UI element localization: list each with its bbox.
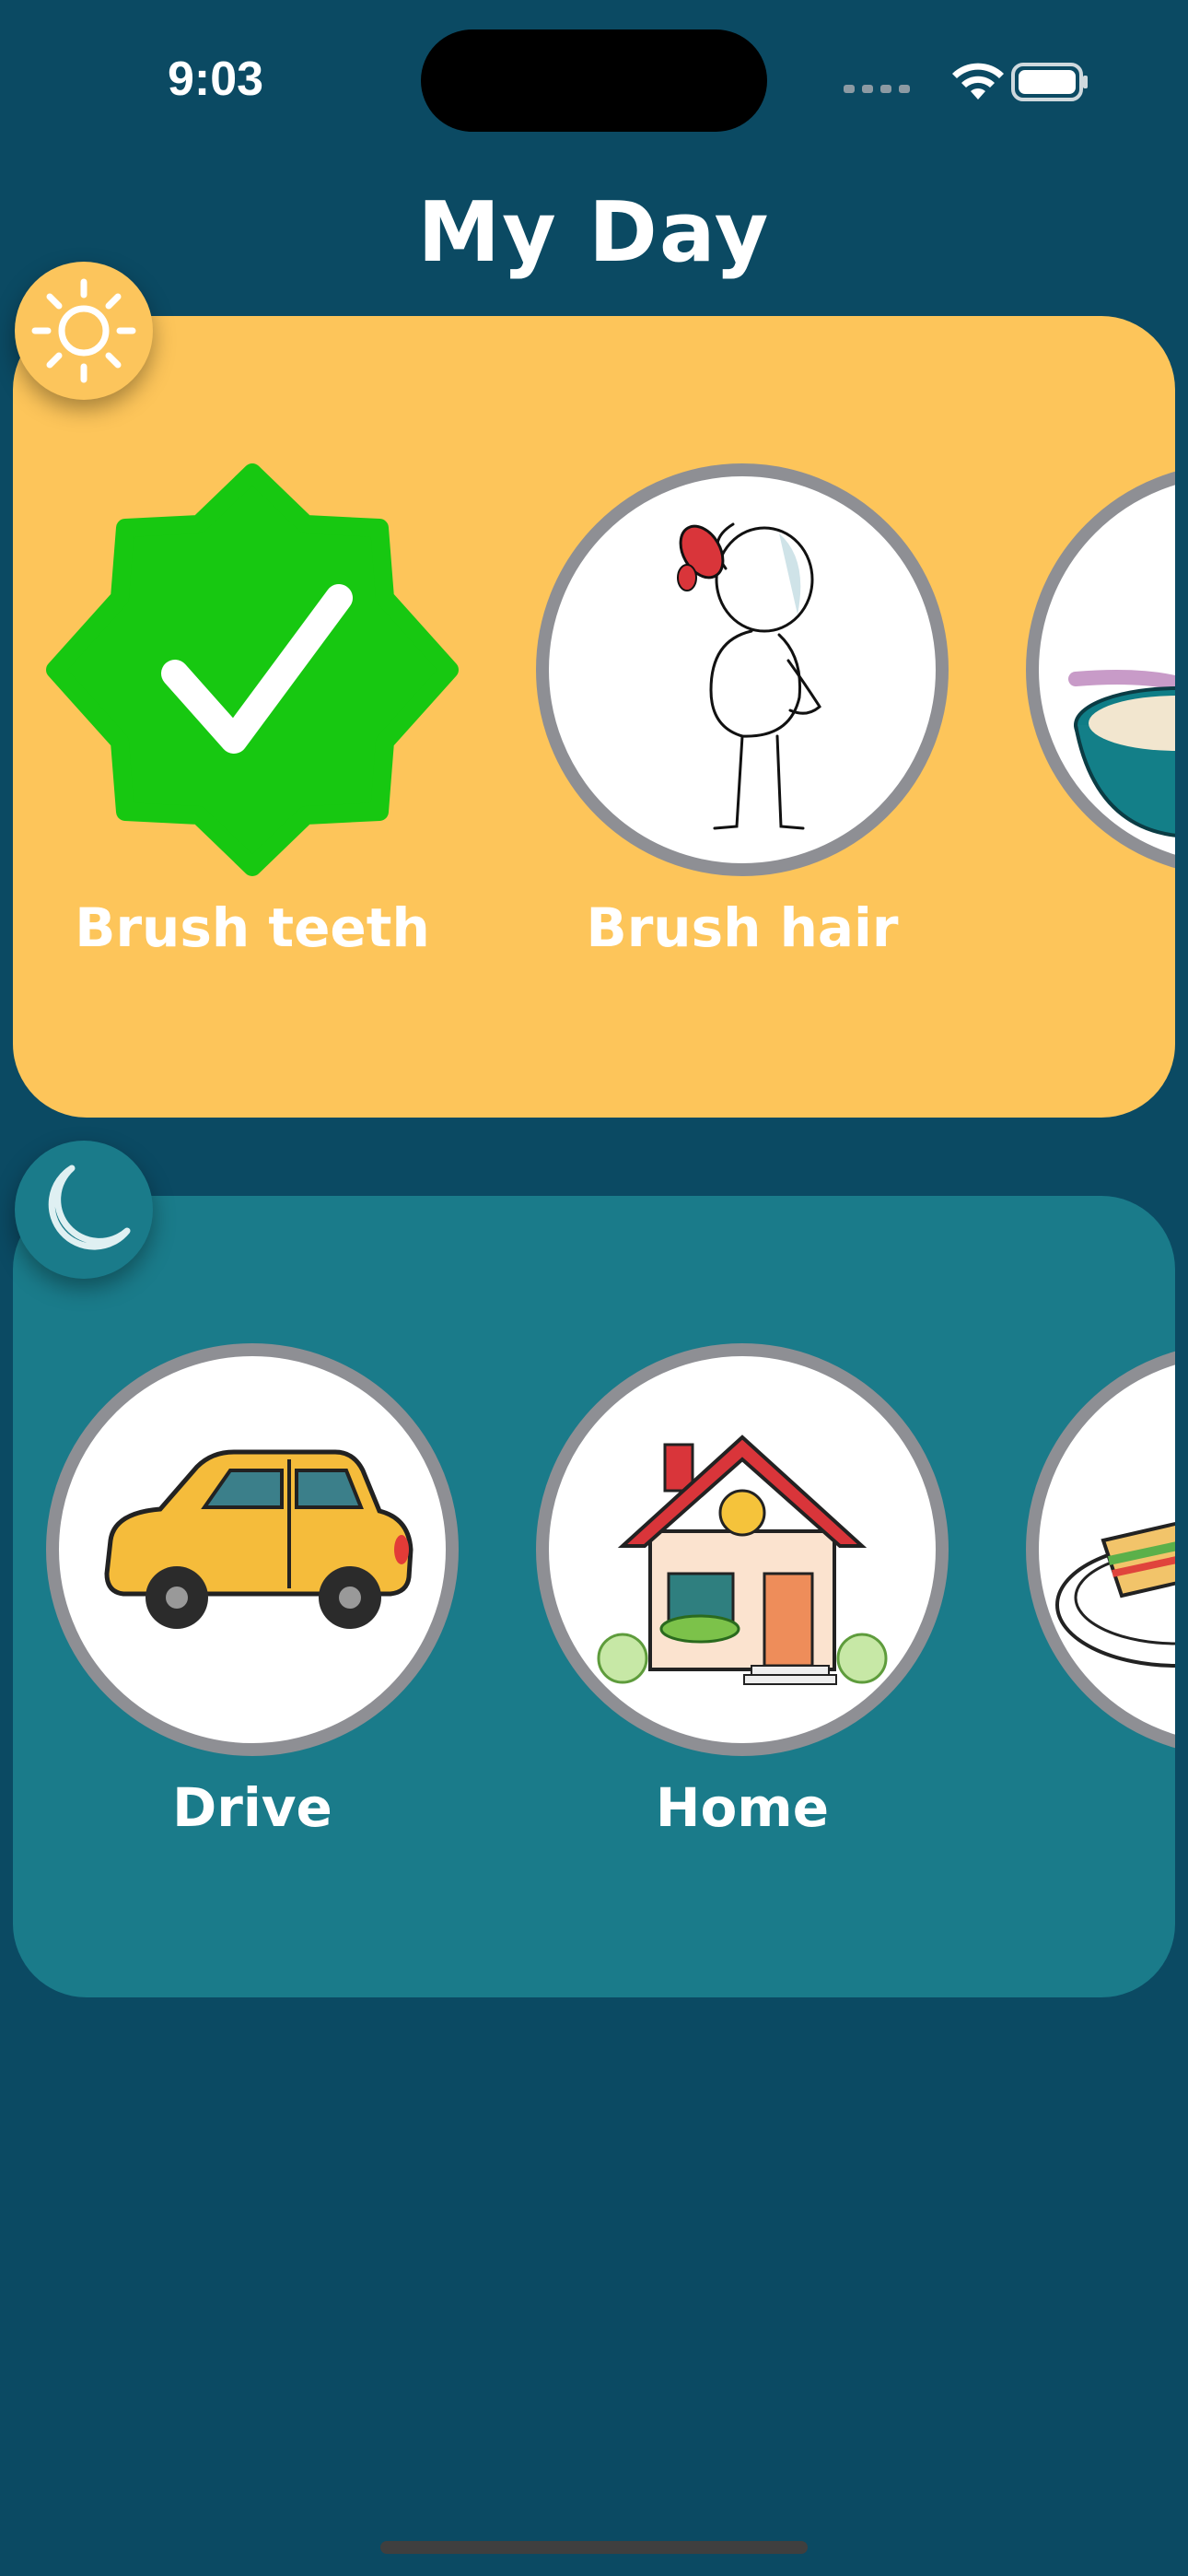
sandwich-icon [1055, 1521, 1175, 1668]
status-icons [844, 63, 1088, 101]
status-time: 9:03 [168, 53, 264, 106]
morning-task-list[interactable]: Brush teeth Brush hair [13, 316, 1175, 1118]
morning-section-badge [15, 262, 153, 400]
task-label: Brush hair [586, 896, 899, 959]
house-icon [597, 1434, 888, 1685]
battery-icon [1011, 63, 1088, 101]
checkmark-badge-icon [46, 463, 459, 876]
task-image-circle [536, 1343, 949, 1756]
person-brushing-hair-icon [677, 522, 821, 830]
task-label: Br [950, 896, 1175, 959]
task-image-circle [1026, 463, 1175, 876]
task-label: Drive [172, 1776, 332, 1839]
wifi-icon [952, 63, 1004, 100]
page-title: My Day [417, 184, 771, 281]
car-icon [104, 1449, 413, 1629]
cereal-bowl-icon [1068, 670, 1175, 837]
evening-task-list[interactable]: Drive Home [13, 1196, 1175, 1997]
evening-routine-card: Drive Home [13, 1196, 1175, 1997]
task-image-circle [1026, 1343, 1175, 1756]
task-label: Home [655, 1776, 830, 1839]
task-label: L [950, 1776, 1175, 1839]
task-image-circle [46, 1343, 459, 1756]
sun-icon [31, 278, 136, 383]
dynamic-island [421, 29, 767, 132]
home-indicator[interactable] [380, 2541, 808, 2554]
evening-section-badge [15, 1141, 153, 1279]
morning-routine-card: Brush teeth Brush hair [13, 316, 1175, 1118]
task-label: Brush teeth [75, 896, 430, 959]
task-image-circle [536, 463, 949, 876]
cellular-signal-icon [844, 85, 910, 93]
moon-icon [48, 1165, 131, 1250]
